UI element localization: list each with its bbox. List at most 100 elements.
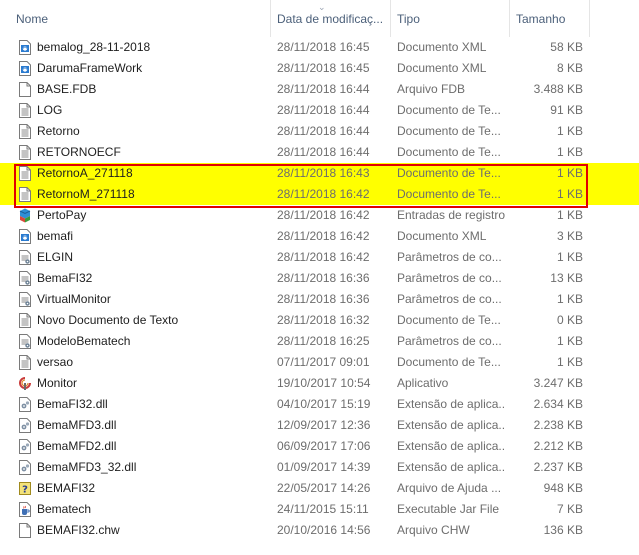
file-row[interactable]: BEMAFI32.chw 20/10/2016 14:56 Arquivo CHW 1… — [0, 520, 639, 541]
column-header-type[interactable]: Tipo — [397, 12, 497, 26]
file-row[interactable]: Retorno 28/11/2018 16:44 Documento de Te..… — [0, 121, 639, 142]
file-row[interactable]: ModeloBematech 28/11/2018 16:25 Parâmetros… — [0, 331, 639, 352]
text-file-icon — [19, 355, 31, 370]
file-row[interactable]: bemafi 28/11/2018 16:42 Documento XML 3 KB — [0, 226, 639, 247]
column-divider[interactable] — [390, 0, 391, 37]
dll-file-icon — [19, 439, 31, 454]
file-row[interactable]: Monitor 19/10/2017 10:54 Aplicativo 3.247 K… — [0, 373, 639, 394]
file-row[interactable]: versao 07/11/2017 09:01 Documento de Te...… — [0, 352, 639, 373]
file-name: BEMAFI32.chw — [37, 523, 120, 537]
file-type: Documento de Te... — [397, 355, 501, 369]
blank-file-icon — [19, 82, 31, 97]
file-name: Bematech — [37, 502, 92, 516]
blank-file-icon — [19, 523, 31, 538]
file-type: Arquivo CHW — [397, 523, 470, 537]
file-type: Extensão de aplica... — [397, 439, 505, 453]
file-name: BemaMFD3_32.dll — [37, 460, 137, 474]
file-row[interactable]: BemaFI32.dll 04/10/2017 15:19 Extensão de … — [0, 394, 639, 415]
svg-text:?: ? — [22, 485, 28, 496]
text-file-icon — [19, 103, 31, 118]
file-row[interactable]: BemaMFD3_32.dll 01/09/2017 14:39 Extensão … — [0, 457, 639, 478]
file-row[interactable]: RETORNOECF 28/11/2018 16:44 Documento de T… — [0, 142, 639, 163]
file-row[interactable]: BemaMFD2.dll 06/09/2017 17:06 Extensão de … — [0, 436, 639, 457]
file-date-modified: 19/10/2017 10:54 — [277, 376, 371, 390]
file-row[interactable]: Novo Documento de Texto 28/11/2018 16:32 D… — [0, 310, 639, 331]
file-date-modified: 28/11/2018 16:44 — [277, 103, 370, 117]
file-date-modified: 28/11/2018 16:32 — [277, 313, 370, 327]
file-row[interactable]: DarumaFrameWork 28/11/2018 16:45 Documento… — [0, 58, 639, 79]
file-type: Extensão de aplica... — [397, 397, 505, 411]
file-date-modified: 28/11/2018 16:45 — [277, 40, 370, 54]
column-header-size[interactable]: Tamanho — [516, 12, 586, 26]
file-name: BemaMFD3.dll — [37, 418, 117, 432]
file-date-modified: 28/11/2018 16:44 — [277, 82, 370, 96]
file-size: 136 KB — [543, 523, 583, 537]
jar-file-icon — [19, 502, 31, 517]
file-date-modified: 24/11/2015 15:11 — [277, 502, 369, 516]
config-file-icon — [19, 250, 31, 265]
file-size: 2.237 KB — [533, 460, 583, 474]
file-size: 2.634 KB — [533, 397, 583, 411]
file-date-modified: 28/11/2018 16:44 — [277, 124, 370, 138]
file-name: ELGIN — [37, 250, 74, 264]
dll-file-icon — [19, 460, 31, 475]
file-size: 1 KB — [556, 355, 583, 369]
file-name: LOG — [37, 103, 63, 117]
file-type: Aplicativo — [397, 376, 449, 390]
file-date-modified: 28/11/2018 16:42 — [277, 250, 370, 264]
file-row[interactable]: LOG 28/11/2018 16:44 Documento de Te... 91 … — [0, 100, 639, 121]
file-date-modified: 28/11/2018 16:45 — [277, 61, 370, 75]
file-type: Arquivo FDB — [397, 82, 466, 96]
column-divider[interactable] — [589, 0, 590, 37]
file-name: BASE.FDB — [37, 82, 97, 96]
file-date-modified: 06/09/2017 17:06 — [277, 439, 371, 453]
file-type: Documento de Te... — [397, 103, 501, 117]
config-file-icon — [19, 271, 31, 286]
file-name: BemaFI32.dll — [37, 397, 108, 411]
file-date-modified: 28/11/2018 16:36 — [277, 292, 370, 306]
file-size: 948 KB — [543, 481, 583, 495]
dll-file-icon — [19, 397, 31, 412]
file-date-modified: 04/10/2017 15:19 — [277, 397, 371, 411]
file-date-modified: 28/11/2018 16:36 — [277, 271, 370, 285]
file-name: PertoPay — [37, 208, 87, 222]
file-row[interactable]: BemaFI32 28/11/2018 16:36 Parâmetros de co… — [0, 268, 639, 289]
file-name: BemaFI32 — [37, 271, 93, 285]
file-size: 3.247 KB — [533, 376, 583, 390]
highlight-outline — [14, 164, 588, 208]
registry-file-icon — [19, 208, 31, 223]
file-row[interactable]: BASE.FDB 28/11/2018 16:44 Arquivo FDB 3.488… — [0, 79, 639, 100]
file-row[interactable]: VirtualMonitor 28/11/2018 16:36 Parâmetros… — [0, 289, 639, 310]
file-size: 1 KB — [556, 145, 583, 159]
file-row[interactable]: BemaMFD3.dll 12/09/2017 12:36 Extensão de … — [0, 415, 639, 436]
file-size: 8 KB — [556, 61, 583, 75]
xml-file-icon — [19, 61, 31, 76]
column-divider[interactable] — [270, 0, 271, 37]
column-header-date[interactable]: Data de modificaç... — [277, 12, 385, 26]
text-file-icon — [19, 145, 31, 160]
config-file-icon — [19, 292, 31, 307]
file-name: RETORNOECF — [37, 145, 121, 159]
file-row[interactable]: ELGIN 28/11/2018 16:42 Parâmetros de co...… — [0, 247, 639, 268]
file-name: ModeloBematech — [37, 334, 131, 348]
file-row[interactable]: PertoPay 28/11/2018 16:42 Entradas de regi… — [0, 205, 639, 226]
file-name: bemalog_28-11-2018 — [37, 40, 151, 54]
file-row[interactable]: ? BEMAFI32 22/05/2017 14:26 Arquivo de Ajud… — [0, 478, 639, 499]
file-type: Documento de Te... — [397, 145, 501, 159]
application-icon — [19, 376, 31, 391]
file-date-modified: 12/09/2017 12:36 — [277, 418, 371, 432]
column-divider[interactable] — [509, 0, 510, 37]
file-size: 2.238 KB — [533, 418, 583, 432]
file-name: Retorno — [37, 124, 80, 138]
file-row[interactable]: bemalog_28-11-2018 28/11/2018 16:45 Docume… — [0, 37, 639, 58]
file-type: Documento XML — [397, 40, 487, 54]
file-type: Extensão de aplica... — [397, 460, 505, 474]
file-date-modified: 28/11/2018 16:42 — [277, 229, 370, 243]
file-date-modified: 28/11/2018 16:44 — [277, 145, 370, 159]
file-type: Parâmetros de co... — [397, 292, 502, 306]
file-row[interactable]: Bematech 24/11/2015 15:11 Executable Jar F… — [0, 499, 639, 520]
column-header-name[interactable]: Nome — [16, 12, 256, 26]
file-size: 13 KB — [550, 271, 583, 285]
file-type: Parâmetros de co... — [397, 250, 502, 264]
file-size: 1 KB — [556, 292, 583, 306]
